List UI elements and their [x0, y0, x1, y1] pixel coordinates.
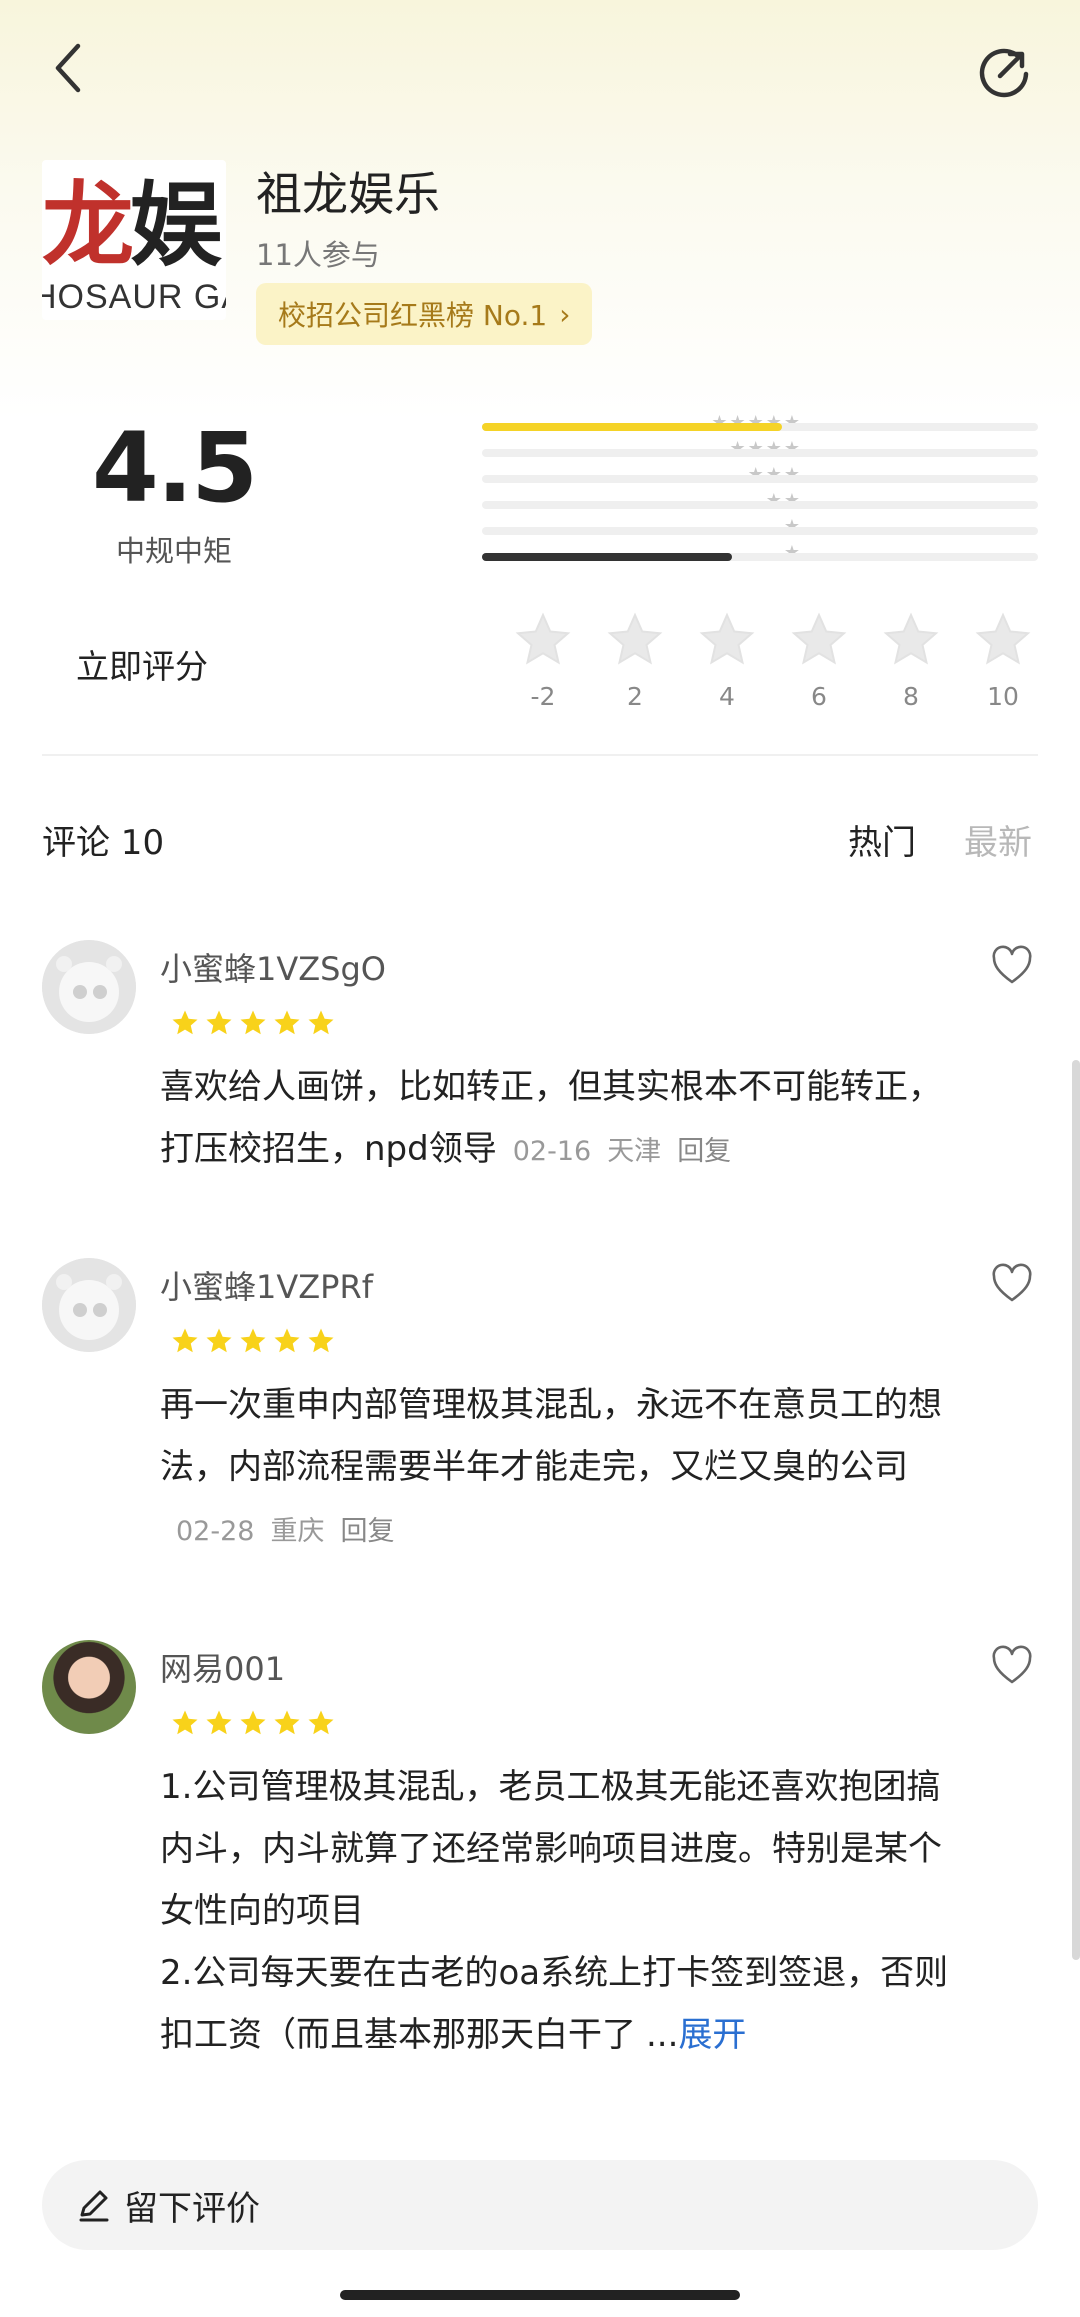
star-icon — [240, 1328, 266, 1353]
distribution-track — [482, 553, 1038, 561]
heart-icon — [992, 945, 1032, 984]
avatar[interactable] — [42, 1640, 136, 1734]
logo-subtext: HOSAUR GA — [42, 278, 226, 316]
ellipsis: ... — [646, 2015, 679, 2055]
star-icon — [274, 1010, 300, 1035]
default-avatar-icon — [42, 940, 136, 1034]
average-score: 4.5 — [91, 412, 258, 524]
star-icon — [308, 1710, 334, 1735]
heart-icon — [992, 1263, 1032, 1302]
star-icon — [206, 1710, 232, 1735]
rate-value-label: 8 — [903, 682, 919, 711]
distribution-track — [482, 475, 1038, 483]
heart-icon — [992, 1645, 1032, 1684]
like-button[interactable] — [990, 944, 1034, 988]
rank-badge-label: 校招公司红黑榜 No.1 — [278, 299, 548, 332]
distribution-row-2-star: ★★ — [340, 490, 1040, 511]
rate-star-icon[interactable] — [513, 610, 573, 670]
star-icon — [308, 1328, 334, 1353]
rate-value-label: 2 — [627, 682, 643, 711]
company-name: 祖龙娱乐 — [256, 167, 440, 221]
comment-text: 再一次重申内部管理极其混乱，永远不在意员工的想法，内部流程需要半年才能走完，又烂… — [160, 1374, 950, 1563]
star-icon — [206, 1328, 232, 1353]
scrollbar[interactable] — [1072, 1060, 1080, 1960]
rate-star-icon[interactable] — [605, 610, 665, 670]
avatar[interactable] — [42, 940, 136, 1034]
rate-star-icon[interactable] — [789, 610, 849, 670]
star-icon — [274, 1328, 300, 1353]
rate-value-label: 6 — [811, 682, 827, 711]
home-indicator[interactable] — [340, 2290, 740, 2300]
star-icon — [172, 1710, 198, 1735]
divider — [42, 754, 1038, 756]
reply-button[interactable]: 回复 — [340, 1516, 394, 1547]
comment-location: 天津 — [607, 1136, 662, 1167]
rate-star-icon[interactable] — [881, 610, 941, 670]
distribution-track — [482, 449, 1038, 457]
like-button[interactable] — [990, 1262, 1034, 1306]
comment-date: 02-16 — [512, 1136, 592, 1167]
expand-button[interactable]: 展开 — [678, 2015, 746, 2055]
distribution-fill — [482, 423, 783, 431]
avatar[interactable] — [42, 1258, 136, 1352]
like-button[interactable] — [990, 1644, 1034, 1688]
comment-username[interactable]: 小蜜蜂1VZPRf — [160, 1262, 373, 1308]
distribution-track — [482, 501, 1038, 509]
star-icon — [172, 1010, 198, 1035]
star-icon — [274, 1710, 300, 1735]
share-arrow-icon — [979, 48, 1029, 98]
comment-star-rating — [170, 1708, 340, 1738]
distribution-row-4-star: ★★★★ — [340, 438, 1040, 459]
distribution-row-3-star: ★★★ — [340, 464, 1040, 485]
tab-hot[interactable]: 热门 — [848, 815, 916, 864]
company-logo: 龙娱 HOSAUR GA — [42, 160, 226, 320]
comment-text: 喜欢给人画饼，比如转正，但其实根本不可能转正，打压校招生，npd领导 02-16 天… — [160, 1056, 950, 1183]
chevron-right-icon: › — [559, 297, 571, 331]
chevron-left-icon — [55, 43, 81, 93]
leave-review-label: 留下评价 — [124, 2188, 260, 2229]
score-label: 中规中矩 — [115, 534, 232, 568]
star-icon — [206, 1010, 232, 1035]
distribution-track — [482, 423, 1038, 431]
comment-username[interactable]: 网易001 — [160, 1644, 285, 1690]
participant-count: 11人参与 — [256, 238, 380, 272]
comments-count-title: 评论 10 — [42, 823, 165, 863]
logo-text-red: 龙 — [42, 172, 134, 279]
rank-badge[interactable]: 校招公司红黑榜 No.1 › — [256, 283, 593, 345]
comment-content-line: 2.公司每天要在古老的oa系统上打卡签到签退，否则扣工资（而且基本那那天白干了 — [160, 1953, 949, 2055]
edit-pen-icon — [79, 2190, 109, 2222]
star-icon — [172, 1328, 198, 1353]
default-avatar-icon — [42, 1258, 136, 1352]
star-icon — [240, 1010, 266, 1035]
star-icon — [240, 1710, 266, 1735]
comment-content-line: 1.公司管理极其混乱，老员工极其无能还喜欢抱团搞内斗，内斗就算了还经常影响项目进… — [160, 1767, 942, 1931]
reply-button[interactable]: 回复 — [677, 1136, 731, 1167]
distribution-row-0-star: ★ — [340, 542, 1040, 563]
comment-content: 再一次重申内部管理极其混乱，永远不在意员工的想法，内部流程需要半年才能走完，又烂… — [160, 1385, 942, 1487]
comment-date: 02-28 — [176, 1516, 255, 1547]
rate-value-label: 10 — [987, 682, 1019, 711]
rate-now-label: 立即评分 — [76, 647, 208, 686]
distribution-row-5-star: ★★★★★ — [340, 412, 1040, 433]
comment-star-rating — [170, 1326, 340, 1356]
comment-text: 1.公司管理极其混乱，老员工极其无能还喜欢抱团搞内斗，内斗就算了还经常影响项目进… — [160, 1756, 950, 2066]
comment-username[interactable]: 小蜜蜂1VZSgO — [160, 944, 386, 990]
distribution-fill — [482, 553, 733, 561]
distribution-row-1-star: ★ — [340, 516, 1040, 537]
rate-value-label: 4 — [719, 682, 735, 711]
share-button[interactable] — [972, 38, 1038, 104]
tab-newest[interactable]: 最新 — [964, 815, 1032, 864]
comment-star-rating — [170, 1008, 340, 1038]
distribution-track — [482, 527, 1038, 535]
logo-text-black: 娱 — [130, 172, 222, 279]
star-icon — [308, 1010, 334, 1035]
rate-value-label: -2 — [530, 682, 556, 711]
rate-star-icon[interactable] — [697, 610, 757, 670]
back-button[interactable] — [36, 36, 100, 100]
comment-location: 重庆 — [270, 1516, 325, 1547]
leave-review-button[interactable]: 留下评价 — [42, 2160, 1038, 2250]
rate-star-icon[interactable] — [973, 610, 1033, 670]
